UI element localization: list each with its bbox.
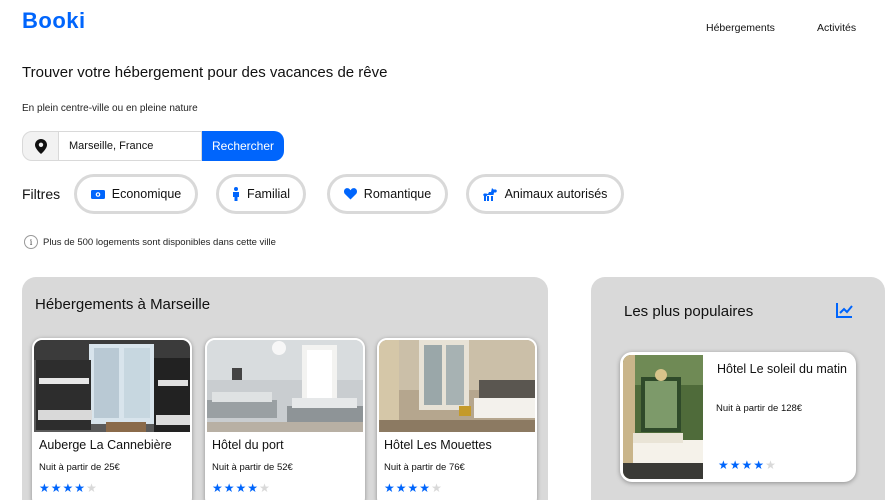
filters-label: Filtres (22, 186, 61, 202)
search-button[interactable]: Rechercher (202, 131, 284, 161)
section-title: Hébergements à Marseille (35, 296, 211, 313)
hotel-price: Nuit à partir de 52€ (212, 462, 293, 473)
filter-economique[interactable]: Economique (74, 174, 198, 214)
star-icon: ★ (741, 458, 753, 472)
star-icon: ★ (223, 481, 235, 495)
top-bar: Booki Hébergements Activités (0, 0, 887, 50)
popular-hotel-card[interactable]: Hôtel Le soleil du matin Nuit à partir d… (620, 352, 856, 482)
star-icon: ★ (753, 458, 765, 472)
heart-icon (343, 188, 357, 200)
nav-link-activites[interactable]: Activités (817, 22, 856, 34)
nav-link-hebergements[interactable]: Hébergements (706, 22, 775, 34)
location-pin-icon (22, 131, 59, 161)
hotel-name: Auberge La Cannebière (39, 438, 172, 452)
star-icon: ★ (86, 481, 97, 495)
availability-info: i Plus de 500 logements sont disponibles… (24, 235, 276, 249)
page-subtitle: En plein centre-ville ou en pleine natur… (22, 103, 198, 114)
hotel-image (379, 340, 535, 432)
star-icon: ★ (419, 481, 431, 495)
star-icon: ★ (407, 481, 419, 495)
filter-label: Economique (111, 187, 182, 201)
hotel-image (34, 340, 190, 432)
filter-label: Romantique (363, 187, 432, 201)
hotel-price: Nuit à partir de 25€ (39, 462, 120, 473)
star-icon: ★ (235, 481, 247, 495)
money-icon (90, 189, 105, 200)
star-icon: ★ (247, 481, 259, 495)
rating-stars: ★ ★ ★ ★ ★ (212, 482, 270, 494)
hotel-card[interactable]: Hôtel Les Mouettes Nuit à partir de 76€ … (377, 338, 537, 500)
star-icon: ★ (431, 481, 442, 495)
hotel-card[interactable]: Hôtel du port Nuit à partir de 52€ ★ ★ ★ ★ ★ (205, 338, 365, 500)
hotel-card[interactable]: Auberge La Cannebière Nuit à partir de 2… (32, 338, 192, 500)
page-title: Trouver votre hébergement pour des vacan… (22, 64, 388, 81)
search-bar: Marseille, France Rechercher (22, 131, 284, 161)
hotel-name: Hôtel Les Mouettes (384, 438, 492, 452)
star-icon: ★ (50, 481, 62, 495)
hotel-name: Hôtel du port (212, 438, 284, 452)
hotel-image (623, 355, 703, 479)
populaires-section: Les plus populaires Hôtel Le soleil du m… (591, 277, 885, 500)
filter-animaux[interactable]: Animaux autorisés (466, 174, 624, 214)
hebergements-section: Hébergements à Marseille Auberge La Cann… (22, 277, 548, 500)
star-icon: ★ (729, 458, 741, 472)
star-icon: ★ (384, 481, 395, 495)
dog-icon (482, 187, 498, 201)
star-icon: ★ (212, 481, 223, 495)
filter-label: Familial (246, 187, 291, 201)
info-icon: i (24, 235, 38, 249)
booki-logo[interactable]: Booki (22, 8, 86, 34)
hotel-name: Hôtel Le soleil du matin (717, 362, 847, 376)
star-icon: ★ (765, 458, 776, 472)
availability-text: Plus de 500 logements sont disponibles d… (43, 236, 276, 248)
star-icon: ★ (718, 458, 729, 472)
filter-romantique[interactable]: Romantique (327, 174, 448, 214)
hotel-price: Nuit à partir de 76€ (384, 462, 465, 473)
star-icon: ★ (62, 481, 74, 495)
rating-stars: ★ ★ ★ ★ ★ (718, 459, 776, 471)
filter-label: Animaux autorisés (504, 187, 608, 201)
star-icon: ★ (39, 481, 50, 495)
section-title: Les plus populaires (624, 303, 754, 320)
hotel-image (207, 340, 363, 432)
star-icon: ★ (259, 481, 270, 495)
hotel-price: Nuit à partir de 128€ (716, 403, 803, 414)
star-icon: ★ (74, 481, 86, 495)
rating-stars: ★ ★ ★ ★ ★ (39, 482, 97, 494)
star-icon: ★ (395, 481, 407, 495)
trend-chart-icon (836, 302, 853, 323)
search-input[interactable]: Marseille, France (59, 131, 202, 161)
filter-familial[interactable]: Familial (216, 174, 306, 214)
rating-stars: ★ ★ ★ ★ ★ (384, 482, 442, 494)
person-icon (232, 187, 240, 201)
